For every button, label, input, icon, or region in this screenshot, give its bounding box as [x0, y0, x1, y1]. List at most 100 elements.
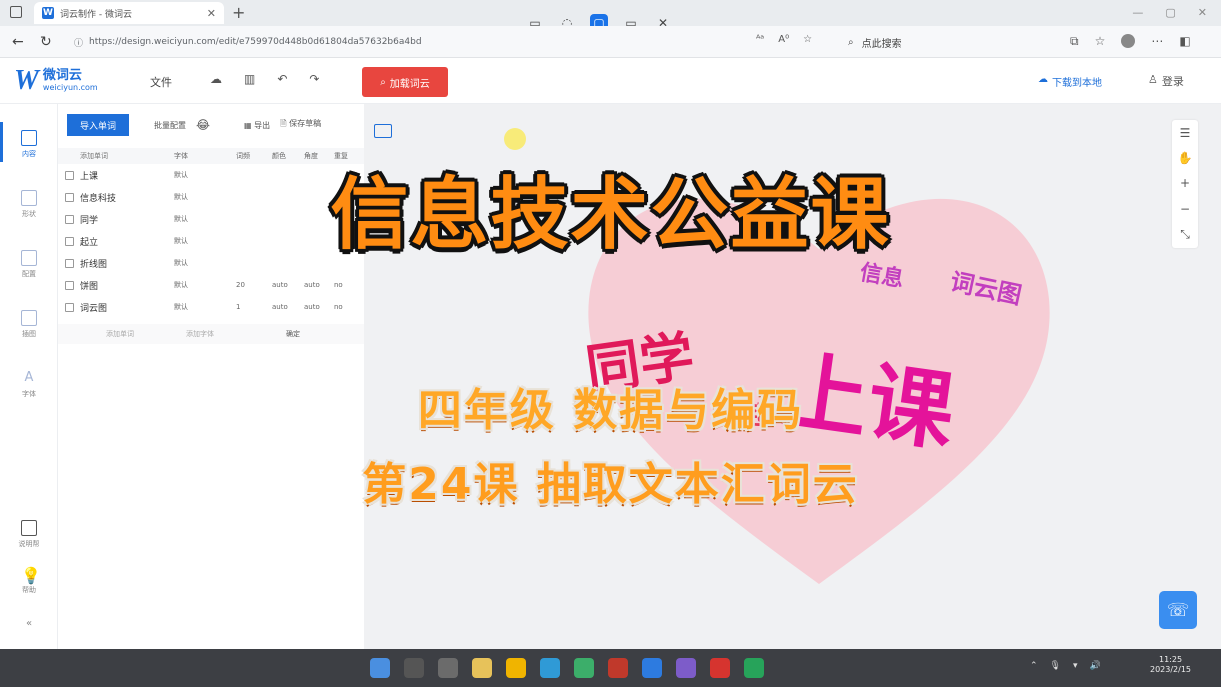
- app-icon[interactable]: [642, 658, 662, 678]
- rail-item-illustration[interactable]: 插图: [0, 310, 58, 339]
- table-row[interactable]: 词云图 默认 1 auto auto no: [58, 296, 364, 318]
- import-words-button[interactable]: 导入单词: [67, 114, 129, 136]
- back-icon[interactable]: ←: [12, 34, 24, 50]
- maximize-icon[interactable]: ▢: [1165, 6, 1175, 19]
- chrome-icon[interactable]: [574, 658, 594, 678]
- row-checkbox[interactable]: [58, 280, 80, 290]
- login-label: 登录: [1161, 75, 1184, 88]
- download-cloud-icon: ☁: [1038, 74, 1048, 85]
- row-color[interactable]: auto: [272, 281, 304, 289]
- row-font[interactable]: 默认: [174, 302, 236, 312]
- add-word-input[interactable]: 添加单词: [106, 329, 186, 339]
- clock[interactable]: 11:25 2023/2/15: [1150, 655, 1191, 676]
- batch-config-button[interactable]: 批量配置: [154, 120, 186, 131]
- stats-icon[interactable]: ▥: [244, 72, 255, 86]
- browser-search[interactable]: ⌕ 点此搜索: [838, 31, 1058, 53]
- redo-icon[interactable]: ↷: [309, 72, 319, 86]
- checkbox[interactable]: [64, 280, 74, 290]
- image-icon[interactable]: [374, 124, 392, 138]
- row-word[interactable]: 词云图: [80, 301, 174, 314]
- adjust-icon[interactable]: ☰: [1180, 126, 1191, 140]
- app2-icon[interactable]: [676, 658, 696, 678]
- widgets-icon[interactable]: [438, 658, 458, 678]
- support-icon[interactable]: ☏: [1159, 591, 1197, 629]
- url-text: https://design.weiciyun.com/edit/e759970…: [89, 37, 422, 47]
- export-button[interactable]: ▦ 导出: [244, 120, 270, 131]
- row-repeat[interactable]: no: [334, 303, 358, 311]
- mic-icon[interactable]: 🎙: [1050, 661, 1061, 671]
- overlay-subtitle-lesson: 第24课 抽取文本汇词云: [362, 459, 859, 510]
- download-button[interactable]: ☁ 下载到本地: [1038, 74, 1102, 89]
- row-angle[interactable]: auto: [304, 303, 334, 311]
- row-color[interactable]: auto: [272, 303, 304, 311]
- collapse-rail-icon[interactable]: «: [0, 618, 58, 629]
- explorer-icon[interactable]: [506, 658, 526, 678]
- refresh-icon[interactable]: ↻: [40, 34, 52, 50]
- overlay-title: 信息技术公益课: [330, 170, 891, 260]
- window-controls: — ▢ ✕: [1132, 6, 1207, 19]
- row-repeat[interactable]: no: [334, 281, 358, 289]
- close-window-icon[interactable]: ✕: [1198, 6, 1207, 19]
- add-font-input[interactable]: 添加字体: [186, 329, 286, 339]
- file-icon: 🗎: [280, 119, 287, 128]
- row-freq[interactable]: 1: [236, 303, 272, 311]
- settings-icon[interactable]: ⋯: [1151, 34, 1163, 49]
- row-freq[interactable]: 20: [236, 281, 272, 289]
- sidebar-toggle-icon[interactable]: ◧: [1179, 34, 1190, 49]
- profile-avatar[interactable]: [1121, 34, 1136, 48]
- search-placeholder: 点此搜索: [861, 38, 902, 50]
- new-tab-button[interactable]: +: [232, 3, 245, 22]
- rail-item-help-doc[interactable]: 说明帮: [0, 520, 58, 549]
- close-tab-icon[interactable]: ✕: [207, 7, 216, 20]
- wechat-icon[interactable]: [744, 658, 764, 678]
- taskbar-search-icon[interactable]: [404, 658, 424, 678]
- cloud-upload-icon[interactable]: ☁: [210, 72, 222, 86]
- confirm-button[interactable]: 确定: [286, 329, 300, 339]
- extensions-icon[interactable]: ⧉: [1070, 34, 1079, 49]
- illustration-icon: [21, 310, 37, 326]
- browser-tab[interactable]: W 词云制作 - 微词云 ✕: [34, 2, 224, 24]
- logo-mark-icon: W: [14, 65, 39, 96]
- help-doc-icon: [21, 520, 37, 536]
- collections-icon[interactable]: ☆: [1095, 34, 1106, 49]
- checkbox[interactable]: [64, 302, 74, 312]
- tray-expand-icon[interactable]: ⌃: [1030, 661, 1038, 671]
- load-cloud-label: 加载词云: [389, 78, 430, 90]
- edge-icon[interactable]: [540, 658, 560, 678]
- save-draft-button[interactable]: 🗎 保存草稿: [280, 118, 321, 132]
- favorite-icon[interactable]: ☆: [803, 34, 812, 45]
- excel-icon: ▦: [244, 120, 252, 130]
- overlay-subtitle-grade: 四年级 数据与编码: [417, 385, 804, 436]
- url-field[interactable]: ⓘ https://design.weiciyun.com/edit/e7599…: [66, 31, 506, 53]
- load-cloud-button[interactable]: ⌕ 加载词云: [362, 67, 448, 97]
- bulb-icon: 💡: [21, 566, 41, 585]
- rail-item-help[interactable]: 💡 帮助: [0, 566, 58, 595]
- clock-date: 2023/2/15: [1150, 665, 1192, 675]
- row-font[interactable]: 默认: [174, 280, 236, 290]
- row-angle[interactable]: auto: [304, 281, 334, 289]
- search-icon: ⌕: [380, 76, 386, 88]
- emoji-icon[interactable]: 😂: [196, 118, 210, 132]
- volume-icon[interactable]: 🔊: [1090, 661, 1101, 671]
- translate-icon[interactable]: ᴬᵃ: [756, 34, 764, 45]
- minimize-icon[interactable]: —: [1132, 6, 1143, 19]
- download-label: 下载到本地: [1052, 78, 1102, 89]
- undo-icon[interactable]: ↶: [277, 72, 287, 86]
- login-button[interactable]: ♙ 登录: [1148, 73, 1184, 89]
- row-checkbox[interactable]: [58, 302, 80, 312]
- row-word[interactable]: 饼图: [80, 279, 174, 292]
- start-icon[interactable]: [370, 658, 390, 678]
- wps-icon[interactable]: [710, 658, 730, 678]
- ppt-icon[interactable]: [608, 658, 628, 678]
- window-menu-icon[interactable]: [10, 6, 22, 18]
- cursor-tool-icon[interactable]: [472, 658, 492, 678]
- search-icon: ⌕: [848, 36, 854, 48]
- file-menu[interactable]: 文件: [150, 74, 172, 90]
- taskbar-apps: [370, 658, 764, 678]
- table-row[interactable]: 饼图 默认 20 auto auto no: [58, 274, 364, 296]
- wifi-icon[interactable]: ▾: [1073, 661, 1078, 671]
- browser-tab-bar: W 词云制作 - 微词云 ✕ + ▭ ◌ ▢ ▭ ✕ — ▢ ✕: [0, 0, 1221, 32]
- logo[interactable]: W 微词云 weiciyun.com: [14, 65, 98, 97]
- site-info-icon[interactable]: ⓘ: [74, 36, 83, 49]
- read-aloud-icon[interactable]: A⁰: [778, 34, 789, 45]
